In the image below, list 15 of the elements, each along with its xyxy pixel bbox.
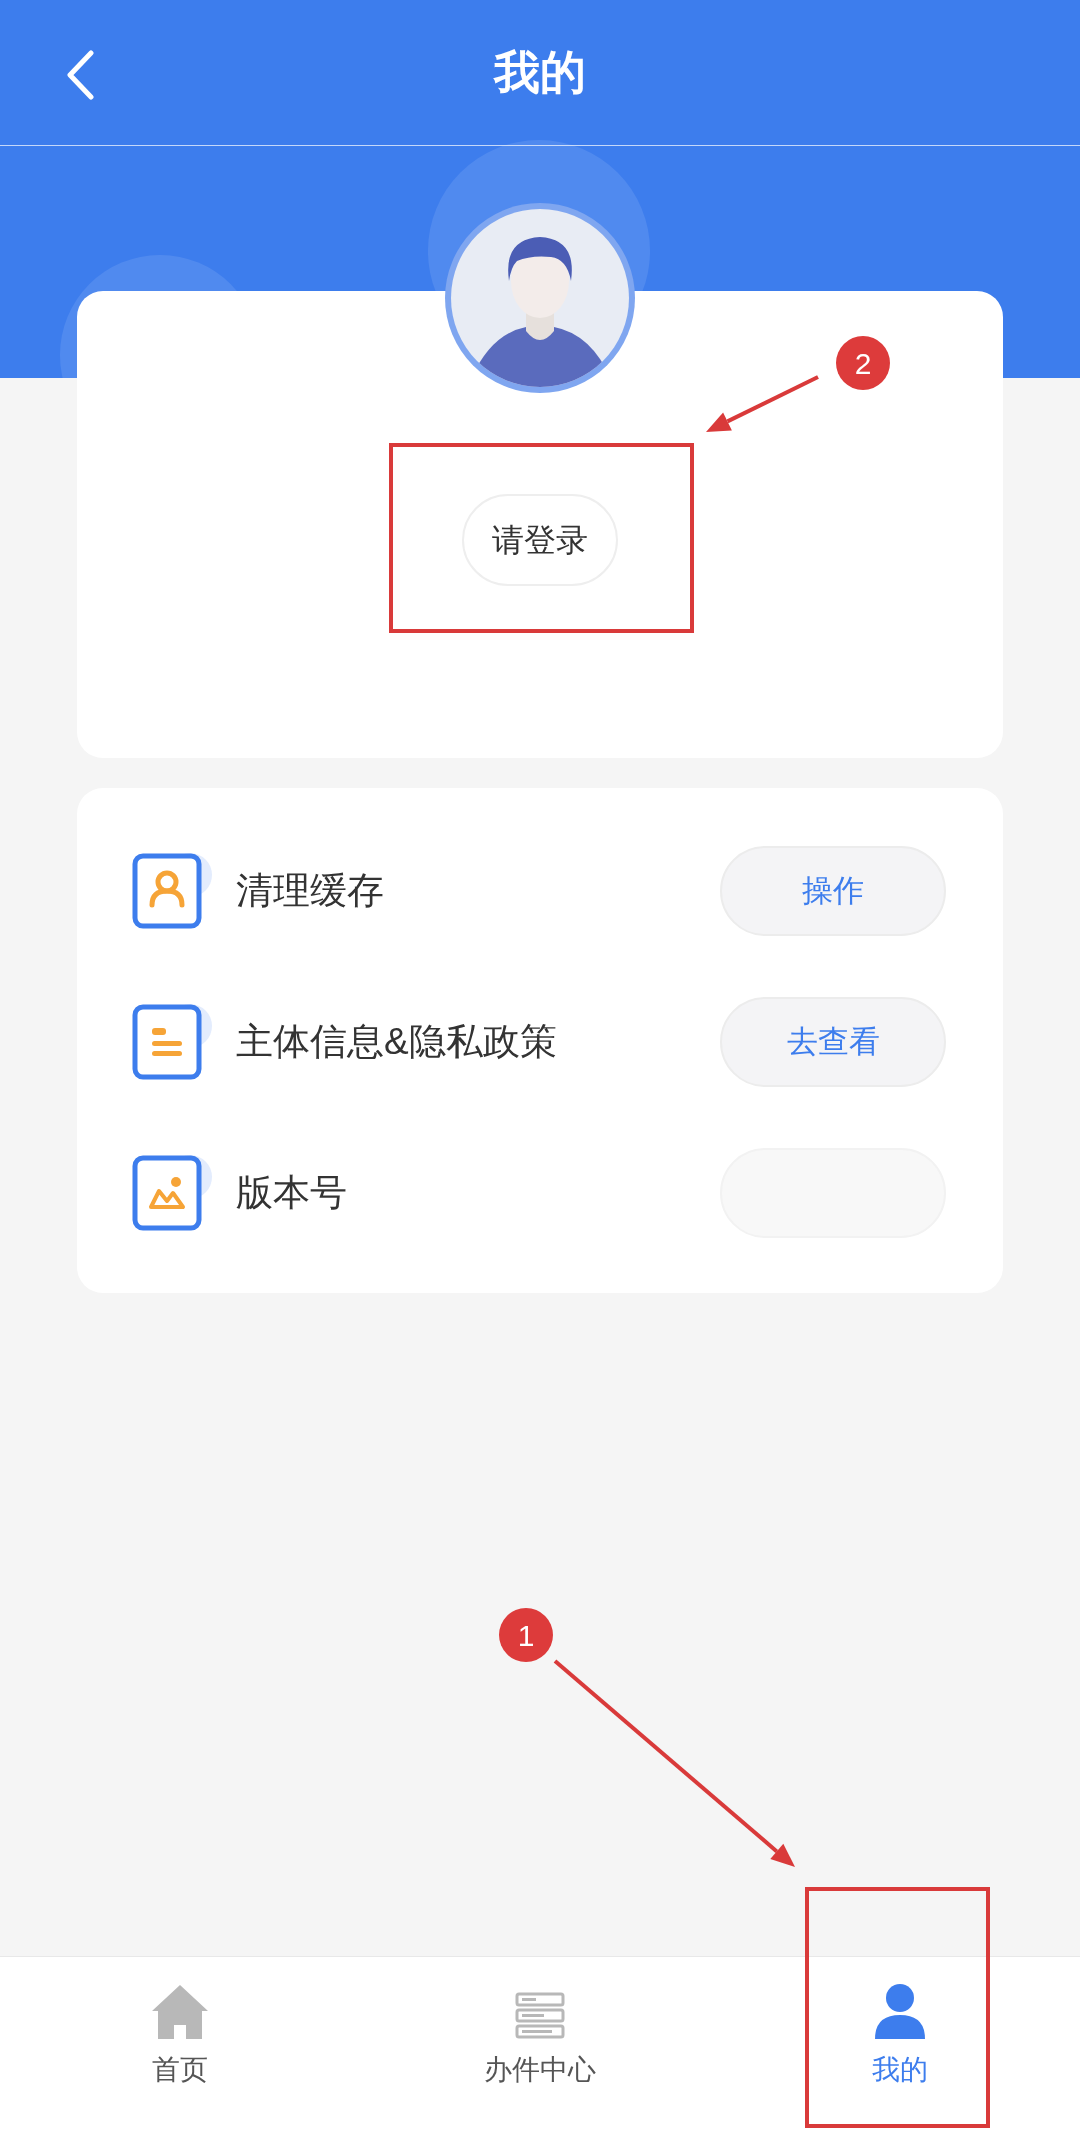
setting-label: 主体信息&隐私政策 [236,1020,558,1065]
setting-label: 版本号 [236,1171,348,1216]
action-button[interactable]: 操作 [720,846,946,936]
tab-item[interactable]: 办件中心 [360,1957,720,2150]
action-button[interactable]: 去查看 [720,997,946,1087]
person-icon [874,1983,926,2041]
home-icon [150,1983,210,2041]
back-icon [65,50,95,100]
list-icon [515,1991,565,2041]
annotation-badge: 1 [499,1608,553,1662]
login-button[interactable]: 请登录 [462,494,618,586]
tab-item[interactable]: 我的 [720,1957,1080,2150]
page-title: 我的 [494,45,586,100]
setting-label: 清理缓存 [236,869,385,914]
tab-item[interactable]: 首页 [0,1957,360,2150]
